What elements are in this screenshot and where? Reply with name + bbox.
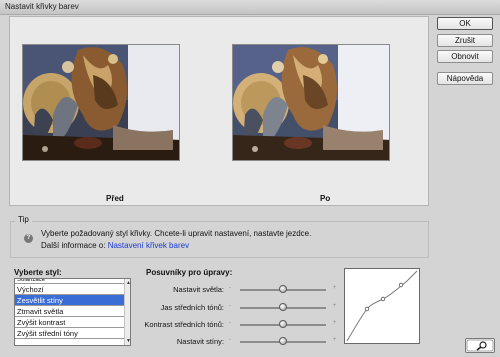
list-item[interactable]: Výchozí [15,284,124,295]
tip-help-link[interactable]: Nastavení křivek barev [108,241,189,250]
list-item[interactable]: Ztmavit světla [15,306,124,317]
ok-button[interactable]: OK [437,17,493,30]
slider-shadows[interactable] [240,337,326,345]
slider-label-shadows: Nastavit stíny: [176,337,224,346]
slider-min-tick: - [229,337,231,343]
reset-button[interactable]: Obnovit [437,50,493,63]
slider-min-tick: - [229,285,231,291]
slider-highlights[interactable] [240,285,326,293]
window-title: Nastavit křivky barev [0,0,500,15]
slider-midtone-contrast[interactable] [240,320,326,328]
slider-max-tick: + [333,320,337,326]
help-button[interactable]: Nápověda [437,72,493,85]
slider-min-tick: - [229,320,231,326]
before-caption: Před [106,194,124,203]
question-icon: ? [24,234,33,243]
curve-graph [344,268,420,344]
slider-label-midtone-brightness: Jas středních tónů: [160,303,224,312]
slider-label-highlights: Nastavit světla: [173,285,224,294]
zoom-button[interactable] [465,338,495,353]
style-list-label: Vyberte styl: [14,268,62,277]
slider-thumb[interactable] [279,285,287,293]
list-item-selected[interactable]: Zesvětlit stíny [15,295,124,306]
slider-max-tick: + [333,337,337,343]
list-item[interactable]: Zvýšit kontrast [15,317,124,328]
tip-info: Další informace o: Nastavení křivek bare… [41,241,189,250]
before-image [22,44,180,161]
tip-info-prefix: Další informace o: [41,241,108,250]
slider-min-tick: - [229,303,231,309]
after-image [232,44,390,161]
list-item[interactable]: Zvýšit střední tóny [15,328,124,339]
slider-thumb[interactable] [279,303,287,311]
slider-max-tick: + [333,303,337,309]
cancel-button[interactable]: Zrušit [437,34,493,47]
tip-group [10,221,429,258]
sliders-label: Posuvníky pro úpravy: [146,268,233,277]
slider-max-tick: + [333,285,337,291]
slider-label-midtone-contrast: Kontrast středních tónů: [144,320,224,329]
after-caption: Po [320,194,331,203]
slider-thumb[interactable] [279,337,287,345]
preview-panel: Před Po [9,16,429,206]
tip-title: Tip [15,215,32,224]
style-list[interactable]: Solarizace Výchozí Zesvětlit stíny Ztmav… [14,278,131,346]
slider-midtone-brightness[interactable] [240,303,326,311]
slider-thumb[interactable] [279,320,287,328]
magnifier-icon [466,339,494,352]
tip-text: Vyberte požadovaný styl křivky. Chcete-l… [41,229,312,238]
